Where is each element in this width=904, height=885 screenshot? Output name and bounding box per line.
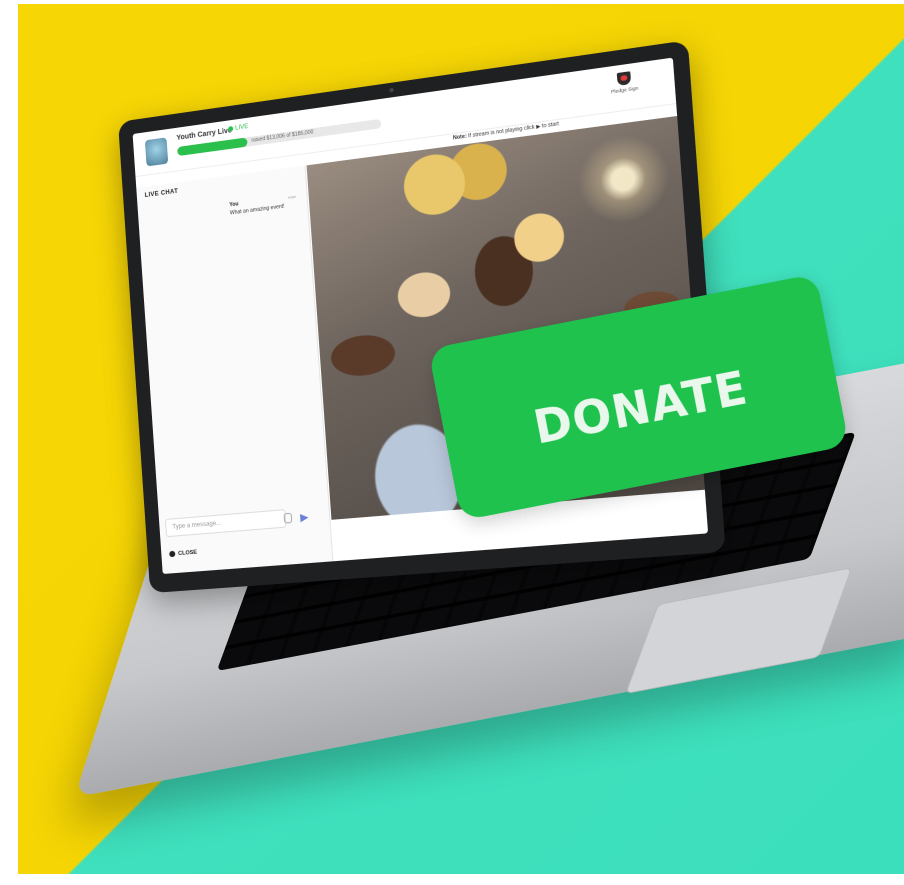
live-dot-icon — [227, 125, 234, 132]
donate-label: DONATE — [529, 359, 752, 455]
chat-input[interactable]: Type a message... — [164, 509, 287, 538]
camera-icon — [389, 87, 394, 93]
pledge-shield-icon[interactable] — [616, 71, 632, 86]
send-icon[interactable] — [299, 513, 309, 523]
bottom-strip — [0, 874, 904, 885]
live-chat-panel: LIVE CHAT You now What an amazing event!… — [136, 165, 334, 574]
live-label: LIVE — [235, 123, 249, 132]
chat-message-time: now — [287, 193, 296, 200]
close-chat-button[interactable]: CLOSE — [169, 549, 197, 558]
org-logo — [144, 137, 169, 167]
chat-title: LIVE CHAT — [144, 188, 179, 200]
pledge-label[interactable]: Pledge Sign — [611, 85, 639, 94]
attach-icon[interactable] — [283, 512, 293, 524]
chat-message-author: You — [229, 201, 239, 209]
background-scene: Youth Carry Live LIVE raised $13,006 of … — [18, 4, 904, 885]
live-badge: LIVE — [227, 123, 249, 133]
note-prefix: Note: — [452, 133, 467, 142]
